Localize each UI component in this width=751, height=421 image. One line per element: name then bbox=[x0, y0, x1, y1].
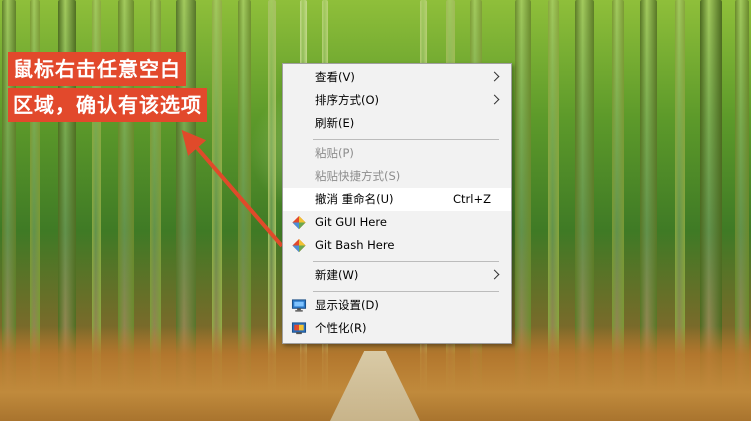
git-icon bbox=[292, 215, 306, 230]
personalize-icon bbox=[291, 322, 307, 335]
menu-item-git-bash-here[interactable]: Git Bash Here bbox=[283, 234, 511, 257]
menu-item-display-settings[interactable]: 显示设置(D) bbox=[283, 294, 511, 317]
menu-separator bbox=[313, 261, 499, 262]
menu-separator bbox=[313, 291, 499, 292]
menu-separator bbox=[313, 139, 499, 140]
menu-item-sort-by[interactable]: 排序方式(O) bbox=[283, 89, 511, 112]
menu-item-shortcut: Ctrl+Z bbox=[453, 192, 491, 206]
menu-item-label: 显示设置(D) bbox=[315, 298, 379, 312]
desktop-context-menu: 查看(V) 排序方式(O) 刷新(E) 粘贴(P) 粘贴快捷方式(S) 撤消 重… bbox=[282, 63, 512, 344]
menu-item-new[interactable]: 新建(W) bbox=[283, 264, 511, 287]
menu-item-personalize[interactable]: 个性化(R) bbox=[283, 317, 511, 340]
chevron-right-icon bbox=[489, 71, 500, 82]
menu-item-label: 排序方式(O) bbox=[315, 93, 380, 107]
menu-item-paste-shortcut[interactable]: 粘贴快捷方式(S) bbox=[283, 165, 511, 188]
menu-item-git-gui-here[interactable]: Git GUI Here bbox=[283, 211, 511, 234]
menu-item-refresh[interactable]: 刷新(E) bbox=[283, 112, 511, 135]
menu-item-label: 新建(W) bbox=[315, 268, 359, 282]
menu-item-label: 个性化(R) bbox=[315, 321, 367, 335]
git-icon bbox=[292, 238, 306, 253]
menu-item-paste[interactable]: 粘贴(P) bbox=[283, 142, 511, 165]
menu-item-view[interactable]: 查看(V) bbox=[283, 66, 511, 89]
menu-item-undo-rename[interactable]: 撤消 重命名(U) Ctrl+Z bbox=[283, 188, 511, 211]
menu-item-label: 查看(V) bbox=[315, 70, 355, 84]
chevron-right-icon bbox=[489, 269, 500, 280]
menu-item-label: Git Bash Here bbox=[315, 238, 395, 252]
menu-item-label: 刷新(E) bbox=[315, 116, 355, 130]
chevron-right-icon bbox=[489, 94, 500, 105]
menu-item-label: 粘贴快捷方式(S) bbox=[315, 169, 401, 183]
menu-item-label: Git GUI Here bbox=[315, 215, 387, 229]
menu-item-label: 粘贴(P) bbox=[315, 146, 354, 160]
display-settings-icon bbox=[291, 299, 307, 312]
menu-item-label: 撤消 重命名(U) bbox=[315, 192, 394, 206]
